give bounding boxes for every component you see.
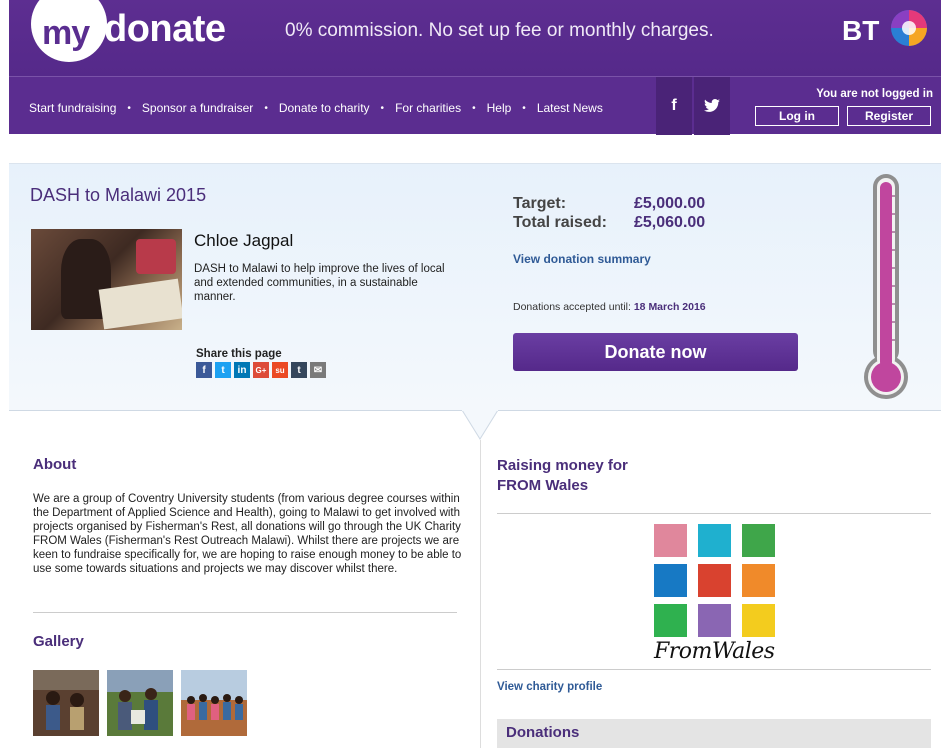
- share-stumbleupon-icon[interactable]: su: [272, 362, 288, 378]
- fundraiser-description: DASH to Malawi to help improve the lives…: [194, 263, 445, 303]
- logo-my[interactable]: my: [42, 14, 90, 53]
- charity-logo-tile: [742, 604, 775, 637]
- raising-money-heading: Raising money for FROM Wales: [497, 456, 628, 496]
- charity-logo-tile: [742, 564, 775, 597]
- nav-help[interactable]: Help: [487, 101, 512, 115]
- share-tumblr-icon[interactable]: t: [291, 362, 307, 378]
- about-text: We are a group of Coventry University st…: [33, 493, 462, 575]
- share-googleplus-icon[interactable]: G+: [253, 362, 269, 378]
- page: my donate 0% commission. No set up fee o…: [0, 0, 941, 748]
- gallery-heading: Gallery: [33, 633, 84, 650]
- share-icons: f t in G+ su t ✉: [196, 362, 326, 378]
- divider: [497, 513, 931, 514]
- facebook-icon[interactable]: f: [656, 77, 692, 135]
- divider: [33, 612, 457, 613]
- facebook-glyph: f: [671, 97, 677, 114]
- nav-links: Start fundraising • Sponsor a fundraiser…: [29, 101, 603, 115]
- nav-donate-to-charity[interactable]: Donate to charity: [279, 101, 370, 115]
- login-status: You are not logged in: [816, 88, 933, 100]
- charity-logo-tile: [698, 604, 731, 637]
- until-date: 18 March 2016: [633, 301, 706, 313]
- charity-logo-tile: [654, 564, 687, 597]
- logo-donate[interactable]: donate: [104, 8, 226, 51]
- raised-value: £5,060.00: [634, 214, 706, 231]
- column-divider: [480, 440, 481, 748]
- charity-logo-tile: [654, 524, 687, 557]
- site-header: my donate 0% commission. No set up fee o…: [9, 0, 941, 76]
- donate-now-button[interactable]: Donate now: [513, 333, 798, 371]
- nav-separator: •: [522, 102, 526, 114]
- gallery-thumbnail[interactable]: [33, 670, 99, 736]
- view-donation-summary-link[interactable]: View donation summary: [513, 252, 651, 266]
- bt-globe-icon: [891, 10, 927, 46]
- twitter-bird-icon: [704, 99, 720, 112]
- fundraiser-photo: [31, 229, 182, 330]
- campaign-panel: DASH to Malawi 2015 Chloe Jagpal DASH to…: [9, 163, 941, 411]
- nav-for-charities[interactable]: For charities: [395, 101, 461, 115]
- view-charity-profile-link[interactable]: View charity profile: [497, 681, 602, 693]
- main-nav: Start fundraising • Sponsor a fundraiser…: [9, 76, 941, 135]
- divider: [497, 669, 931, 670]
- nav-separator: •: [264, 102, 268, 114]
- target-label: Target:: [513, 195, 567, 212]
- share-facebook-icon[interactable]: f: [196, 362, 212, 378]
- charity-wordmark: FromWales: [654, 639, 775, 664]
- gallery-thumbnail[interactable]: [181, 670, 247, 736]
- share-email-icon[interactable]: ✉: [310, 362, 326, 378]
- bt-logo-text: BT: [842, 15, 880, 46]
- charity-logo-tile: [742, 524, 775, 557]
- gallery-thumbnail[interactable]: [107, 670, 173, 736]
- share-twitter-icon[interactable]: t: [215, 362, 231, 378]
- progress-thermometer-icon: [864, 174, 908, 399]
- share-label: Share this page: [196, 348, 282, 360]
- panel-pointer: [462, 410, 498, 440]
- raised-label: Total raised:: [513, 214, 607, 231]
- share-linkedin-icon[interactable]: in: [234, 362, 250, 378]
- fundraiser-name: Chloe Jagpal: [194, 231, 294, 250]
- donations-section-header: Donations: [497, 719, 931, 748]
- charity-logo-tile: [698, 564, 731, 597]
- nav-latest-news[interactable]: Latest News: [537, 101, 603, 115]
- target-value: £5,000.00: [634, 195, 706, 212]
- about-heading: About: [33, 456, 77, 473]
- donations-until: Donations accepted until: 18 March 2016: [513, 301, 706, 313]
- until-label: Donations accepted until:: [513, 301, 631, 313]
- nav-sponsor-fundraiser[interactable]: Sponsor a fundraiser: [142, 101, 253, 115]
- tagline: 0% commission. No set up fee or monthly …: [285, 20, 714, 41]
- donations-heading: Donations: [506, 724, 580, 741]
- charity-logo-tile: [698, 524, 731, 557]
- nav-separator: •: [472, 102, 476, 114]
- register-button[interactable]: Register: [847, 106, 931, 126]
- campaign-title: DASH to Malawi 2015: [30, 185, 207, 205]
- nav-separator: •: [127, 102, 131, 114]
- login-button[interactable]: Log in: [755, 106, 839, 126]
- raising-money-line: Raising money for: [497, 457, 628, 474]
- charity-logo[interactable]: [654, 524, 776, 639]
- nav-start-fundraising[interactable]: Start fundraising: [29, 101, 116, 115]
- twitter-icon[interactable]: [694, 77, 730, 135]
- nav-separator: •: [380, 102, 385, 114]
- charity-logo-tile: [654, 604, 687, 637]
- charity-name[interactable]: FROM Wales: [497, 476, 628, 496]
